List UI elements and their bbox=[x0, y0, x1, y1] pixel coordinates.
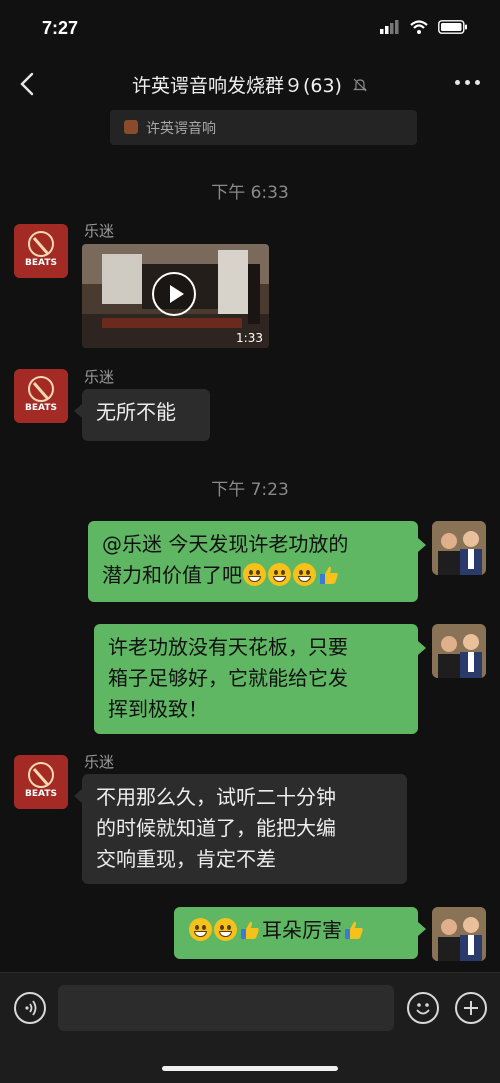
message-text: 不用那么久，试听二十分钟 bbox=[96, 785, 336, 809]
laugh-cry-emoji-icon bbox=[243, 563, 266, 586]
avatar-self[interactable] bbox=[432, 624, 486, 678]
video-message[interactable]: 1:33 bbox=[82, 244, 269, 348]
avatar-beats[interactable]: BEATS bbox=[14, 224, 68, 278]
thumbs-up-icon bbox=[320, 566, 338, 584]
message-bubble[interactable]: 不用那么久，试听二十分钟 的时候就知道了，能把大编 交响重现，肯定不差 bbox=[82, 774, 407, 884]
avatar-photo-icon bbox=[432, 907, 486, 961]
message-bubble-out[interactable]: @乐迷 今天发现许老功放的 潜力和价值了吧 bbox=[88, 521, 418, 602]
message-text: 许老功放没有天花板，只要 bbox=[108, 635, 348, 659]
add-icon bbox=[464, 1001, 478, 1015]
chat-title-text: 许英谔音响发烧群９(63) bbox=[131, 75, 342, 97]
chat-title: 许英谔音响发烧群９(63) bbox=[60, 71, 440, 98]
message-text: 潜力和价值了吧 bbox=[102, 563, 242, 587]
pinned-text: 许英谔音响 bbox=[146, 121, 216, 137]
mute-bell-icon bbox=[352, 76, 368, 98]
message-text: 挥到极致！ bbox=[108, 697, 208, 721]
time-separator: 下午 7:23 bbox=[211, 480, 289, 500]
beats-logo-icon: BEATS bbox=[14, 224, 68, 278]
thumbs-up-icon bbox=[241, 921, 259, 939]
status-icons bbox=[380, 20, 468, 34]
beats-logo-icon: BEATS bbox=[14, 369, 68, 423]
back-chevron-icon bbox=[20, 72, 34, 96]
more-button[interactable] bbox=[455, 80, 480, 85]
voice-icon bbox=[25, 1000, 37, 1016]
voice-button[interactable] bbox=[14, 992, 46, 1024]
svg-text:BEATS: BEATS bbox=[25, 403, 57, 413]
wifi-icon bbox=[410, 20, 428, 34]
shush-emoji-icon bbox=[214, 918, 237, 941]
sender-name: 乐迷 bbox=[84, 368, 115, 386]
avatar-self[interactable] bbox=[432, 907, 486, 961]
play-icon[interactable] bbox=[152, 272, 196, 316]
thumbs-up-icon bbox=[345, 921, 363, 939]
message-bubble[interactable]: 无所不能 bbox=[82, 389, 210, 441]
emoji-icon bbox=[416, 1003, 430, 1015]
message-text: 箱子足够好，它就能给它发 bbox=[108, 666, 348, 690]
avatar-beats[interactable]: BEATS bbox=[14, 369, 68, 423]
sender-name: 乐迷 bbox=[84, 222, 115, 240]
shush-emoji-icon bbox=[293, 563, 316, 586]
more-icon bbox=[455, 80, 460, 85]
emoji-button[interactable] bbox=[407, 992, 439, 1024]
avatar-photo-icon bbox=[432, 521, 486, 575]
message-input[interactable] bbox=[58, 985, 394, 1031]
pinned-banner[interactable]: 许英谔音响 bbox=[110, 110, 417, 145]
message-text: 的时候就知道了，能把大编 bbox=[96, 816, 336, 840]
message-text: 耳朵厉害 bbox=[262, 918, 342, 942]
pinned-avatar bbox=[124, 120, 138, 134]
signal-icon bbox=[380, 20, 399, 34]
grin-emoji-icon bbox=[268, 563, 291, 586]
avatar-photo-icon bbox=[432, 624, 486, 678]
avatar-self[interactable] bbox=[432, 521, 486, 575]
svg-text:BEATS: BEATS bbox=[25, 789, 57, 799]
time-separator: 下午 6:33 bbox=[211, 183, 289, 203]
avatar-beats[interactable]: BEATS bbox=[14, 755, 68, 809]
grin-emoji-icon bbox=[189, 918, 212, 941]
status-time: 7:27 bbox=[42, 18, 79, 38]
message-text: 无所不能 bbox=[96, 400, 176, 424]
home-indicator bbox=[162, 1066, 338, 1071]
sender-name: 乐迷 bbox=[84, 753, 115, 771]
message-bubble-out[interactable]: 耳朵厉害 bbox=[174, 907, 418, 959]
message-bubble-out[interactable]: 许老功放没有天花板，只要 箱子足够好，它就能给它发 挥到极致！ bbox=[94, 624, 418, 734]
video-duration: 1:33 bbox=[236, 331, 263, 345]
message-text: 交响重现，肯定不差 bbox=[96, 847, 276, 871]
battery-icon bbox=[438, 20, 467, 34]
message-text: @乐迷 今天发现许老功放的 bbox=[102, 532, 349, 556]
back-button[interactable] bbox=[14, 64, 46, 104]
add-button[interactable] bbox=[455, 992, 487, 1024]
svg-text:BEATS: BEATS bbox=[25, 258, 57, 268]
beats-logo-icon: BEATS bbox=[14, 755, 68, 809]
